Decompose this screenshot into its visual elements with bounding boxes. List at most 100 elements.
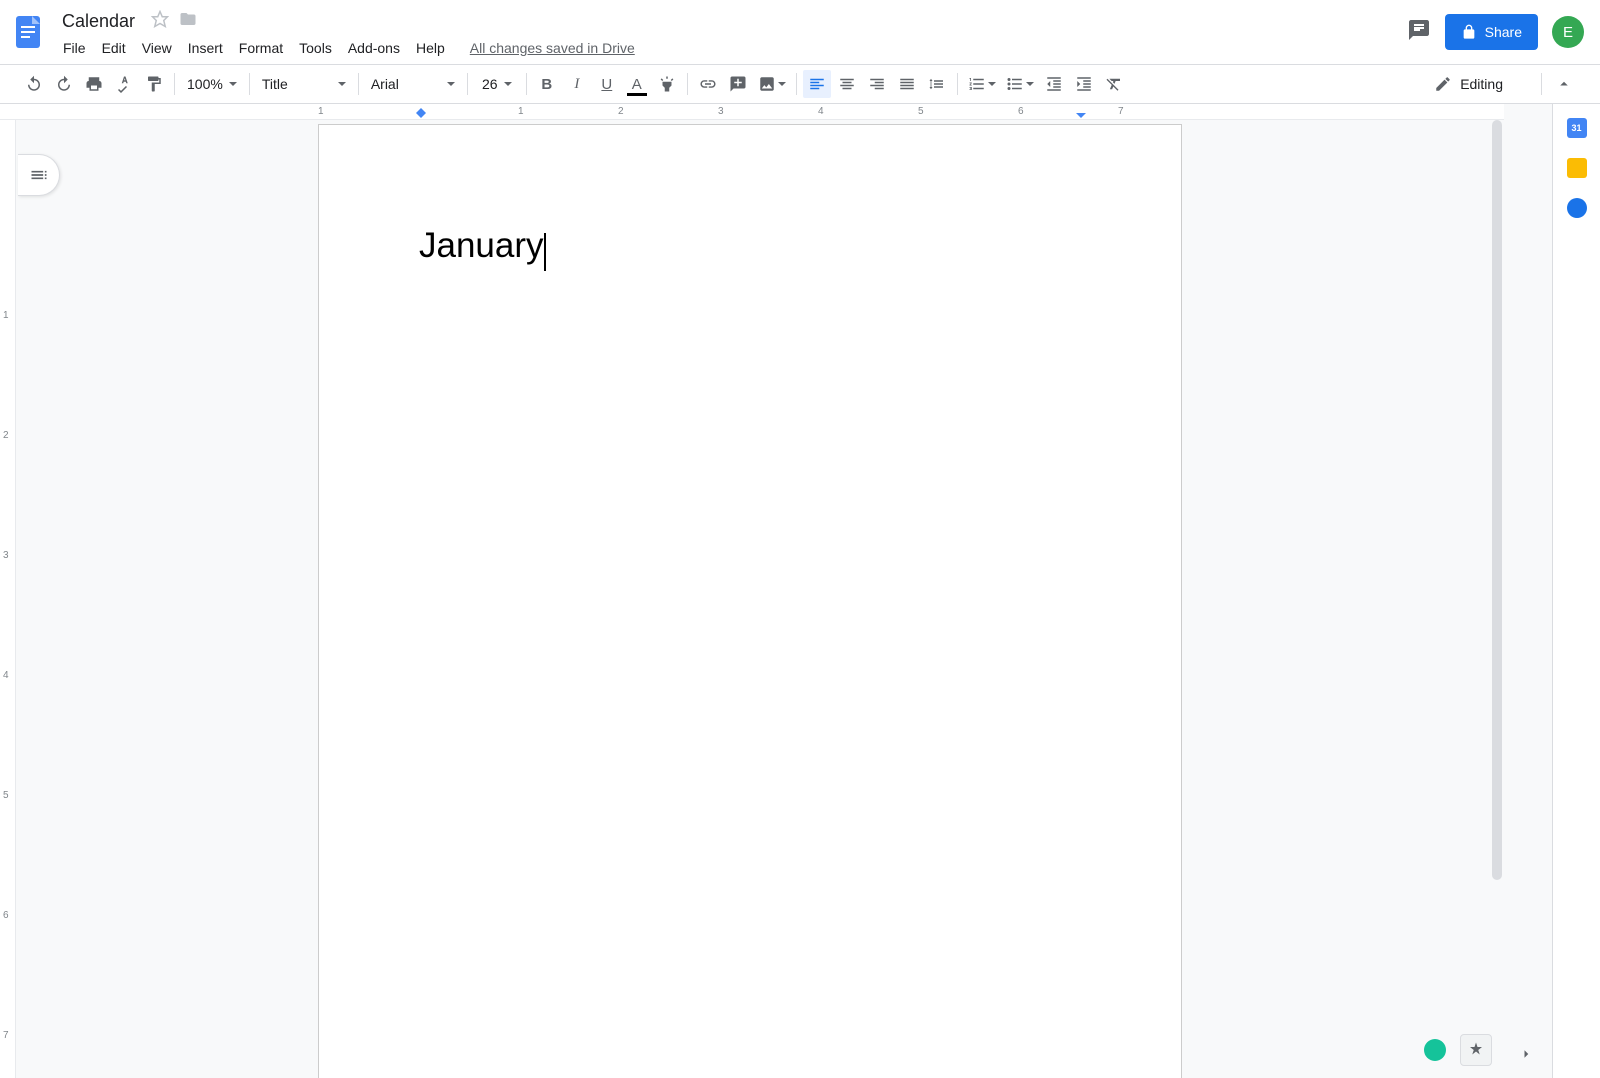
- ruler-tick: 5: [918, 106, 924, 117]
- ruler-tick: 3: [718, 106, 724, 117]
- ruler-tick: 2: [3, 430, 9, 441]
- underline-button[interactable]: U: [593, 70, 621, 98]
- ruler-tick: 4: [3, 670, 9, 681]
- explore-button[interactable]: [1460, 1034, 1492, 1066]
- align-center-button[interactable]: [833, 70, 861, 98]
- menu-file[interactable]: File: [56, 36, 93, 60]
- align-left-button[interactable]: [803, 70, 831, 98]
- scrollbar-thumb[interactable]: [1492, 120, 1502, 880]
- calendar-addon-icon[interactable]: [1567, 118, 1587, 138]
- styles-value: Title: [262, 76, 288, 92]
- bold-button[interactable]: B: [533, 70, 561, 98]
- document-outline-button[interactable]: [18, 154, 60, 196]
- font-size-dropdown[interactable]: 26: [474, 70, 520, 98]
- undo-button[interactable]: [20, 70, 48, 98]
- ruler-tick: 7: [3, 1030, 9, 1041]
- decrease-indent-button[interactable]: [1040, 70, 1068, 98]
- toolbar-separator: [957, 73, 958, 95]
- menu-format[interactable]: Format: [232, 36, 290, 60]
- doc-title[interactable]: Calendar: [56, 9, 141, 34]
- doc-title-row: Calendar: [56, 8, 1407, 34]
- ruler-tick: 5: [3, 790, 9, 801]
- zoom-dropdown[interactable]: 100%: [181, 70, 243, 98]
- first-line-indent-marker[interactable]: [416, 104, 426, 113]
- align-justify-button[interactable]: [893, 70, 921, 98]
- toolbar: 100% Title Arial 26 B I U A Editing: [0, 64, 1600, 104]
- menu-tools[interactable]: Tools: [292, 36, 339, 60]
- menu-view[interactable]: View: [135, 36, 179, 60]
- tasks-addon-icon[interactable]: [1567, 198, 1587, 218]
- italic-button[interactable]: I: [563, 70, 591, 98]
- toolbar-separator: [174, 73, 175, 95]
- menu-edit[interactable]: Edit: [95, 36, 133, 60]
- toolbar-separator: [796, 73, 797, 95]
- spellcheck-button[interactable]: [110, 70, 138, 98]
- docs-logo[interactable]: [8, 12, 48, 52]
- toolbar-separator: [1541, 73, 1542, 95]
- text-color-button[interactable]: A: [623, 70, 651, 98]
- vertical-scrollbar[interactable]: [1490, 120, 1504, 1078]
- show-side-panel-button[interactable]: [1514, 1042, 1538, 1066]
- font-dropdown[interactable]: Arial: [365, 70, 461, 98]
- align-right-button[interactable]: [863, 70, 891, 98]
- ruler-tick: 2: [618, 106, 624, 117]
- share-label: Share: [1485, 24, 1522, 40]
- title-area: Calendar File Edit View Insert Format To…: [56, 8, 1407, 60]
- editing-mode-dropdown[interactable]: Editing: [1424, 70, 1535, 98]
- keep-addon-icon[interactable]: [1567, 158, 1587, 178]
- bulleted-list-button[interactable]: [1002, 70, 1038, 98]
- comments-icon[interactable]: [1407, 18, 1431, 47]
- ruler-tick: 1: [518, 106, 524, 117]
- page[interactable]: January: [318, 124, 1182, 1078]
- increase-indent-button[interactable]: [1070, 70, 1098, 98]
- insert-link-button[interactable]: [694, 70, 722, 98]
- zoom-value: 100%: [187, 76, 223, 92]
- horizontal-ruler[interactable]: 1 1 2 3 4 5 6 7: [0, 104, 1504, 120]
- page-content[interactable]: January: [319, 125, 1181, 367]
- ruler-tick: 1: [318, 106, 324, 117]
- ruler-tick: 1: [3, 310, 9, 321]
- workspace: 1 1 2 3 4 5 6 7 1 2 3 4 5 6 7 January: [0, 104, 1600, 1078]
- document-title-text[interactable]: January: [419, 225, 544, 267]
- app-header: Calendar File Edit View Insert Format To…: [0, 0, 1600, 64]
- font-size-value: 26: [482, 76, 498, 92]
- insert-image-button[interactable]: [754, 70, 790, 98]
- vertical-ruler[interactable]: 1 2 3 4 5 6 7: [0, 120, 16, 1078]
- print-button[interactable]: [80, 70, 108, 98]
- ruler-tick: 6: [1018, 106, 1024, 117]
- menu-insert[interactable]: Insert: [181, 36, 230, 60]
- move-folder-icon[interactable]: [179, 10, 197, 33]
- menu-bar: File Edit View Insert Format Tools Add-o…: [56, 36, 1407, 60]
- line-spacing-button[interactable]: [923, 70, 951, 98]
- ruler-tick: 4: [818, 106, 824, 117]
- ruler-tick: 7: [1118, 106, 1124, 117]
- bottom-icons: [1424, 1034, 1492, 1066]
- insert-comment-button[interactable]: [724, 70, 752, 98]
- redo-button[interactable]: [50, 70, 78, 98]
- menu-help[interactable]: Help: [409, 36, 452, 60]
- menu-addons[interactable]: Add-ons: [341, 36, 407, 60]
- styles-dropdown[interactable]: Title: [256, 70, 352, 98]
- account-avatar[interactable]: E: [1552, 16, 1584, 48]
- header-right: Share E: [1407, 14, 1584, 50]
- toolbar-separator: [526, 73, 527, 95]
- numbered-list-button[interactable]: [964, 70, 1000, 98]
- text-cursor: [544, 233, 546, 271]
- clear-formatting-button[interactable]: [1100, 70, 1128, 98]
- mode-label: Editing: [1460, 76, 1503, 92]
- pencil-icon: [1434, 75, 1452, 93]
- share-button[interactable]: Share: [1445, 14, 1538, 50]
- highlight-button[interactable]: [653, 70, 681, 98]
- document-area: 1 1 2 3 4 5 6 7 1 2 3 4 5 6 7 January: [0, 104, 1552, 1078]
- grammarly-icon[interactable]: [1424, 1039, 1446, 1061]
- left-indent-marker[interactable]: [416, 113, 426, 123]
- collapse-toolbar-button[interactable]: [1548, 68, 1580, 100]
- toolbar-separator: [249, 73, 250, 95]
- side-panel: [1552, 104, 1600, 1078]
- toolbar-separator: [467, 73, 468, 95]
- star-icon[interactable]: [151, 10, 169, 33]
- right-indent-marker[interactable]: [1076, 113, 1086, 123]
- save-status[interactable]: All changes saved in Drive: [464, 36, 641, 60]
- ruler-tick: 3: [3, 550, 9, 561]
- paint-format-button[interactable]: [140, 70, 168, 98]
